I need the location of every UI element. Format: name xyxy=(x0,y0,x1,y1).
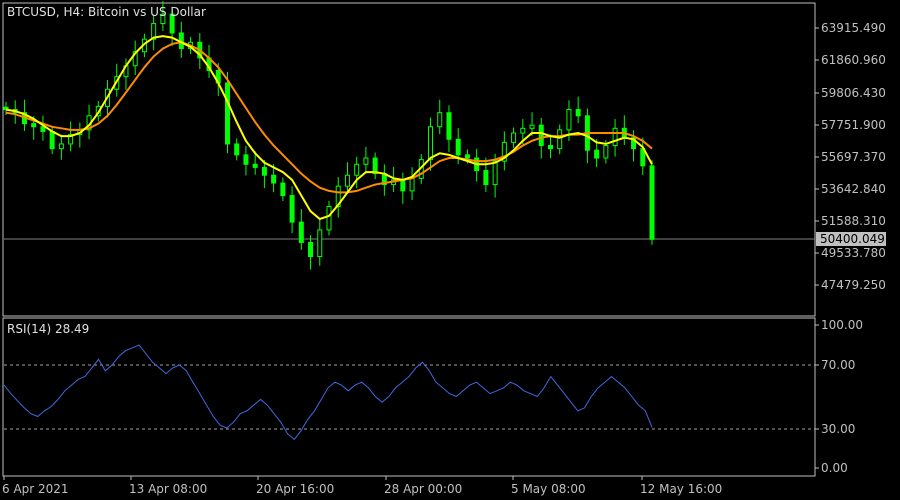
price-tick-label: 47479.250 xyxy=(821,278,886,292)
candle-body xyxy=(243,154,249,165)
price-axis: 63915.490 61860.960 59806.430 57751.900 … xyxy=(815,21,886,292)
candle-body xyxy=(538,124,544,147)
candle-body xyxy=(612,127,618,147)
candle-body xyxy=(446,112,452,140)
rsi-tick-label: 70.00 xyxy=(821,358,855,372)
candle-body xyxy=(557,129,563,150)
chart-title: BTCUSD, H4: Bitcoin vs US Dollar xyxy=(7,5,206,19)
candle-body xyxy=(575,109,581,117)
price-tick-label: 57751.900 xyxy=(821,118,886,132)
candle-body xyxy=(234,143,240,156)
candle-body xyxy=(58,143,64,150)
price-tick-label: 55697.370 xyxy=(821,150,886,164)
price-tick-label: 53642.840 xyxy=(821,182,886,196)
candle-body xyxy=(409,177,415,192)
candle-body xyxy=(400,179,406,192)
price-tick-label: 49533.780 xyxy=(821,246,886,260)
rsi-tick-label: 30.00 xyxy=(821,422,855,436)
candle-body xyxy=(289,195,295,223)
time-tick-label: 13 Apr 08:00 xyxy=(129,482,207,496)
candle-body xyxy=(566,109,572,131)
candle-body xyxy=(363,157,369,165)
candle-body xyxy=(464,154,470,159)
rsi-tick-label: 100.00 xyxy=(821,318,863,332)
price-tick-label: 63915.490 xyxy=(821,21,886,35)
trading-chart[interactable]: 63915.490 61860.960 59806.430 57751.900 … xyxy=(0,0,900,500)
candle-body xyxy=(308,241,314,258)
time-tick-label: 28 Apr 00:00 xyxy=(384,482,462,496)
candle-body xyxy=(594,149,600,159)
candle-body xyxy=(529,124,535,129)
rsi-title: RSI(14) 28.49 xyxy=(7,322,89,336)
candle-body xyxy=(252,163,258,168)
candle-body xyxy=(261,166,267,176)
candle-body xyxy=(455,138,461,156)
candle-body xyxy=(31,123,37,128)
candle-body xyxy=(40,126,46,132)
candle-body xyxy=(520,127,526,134)
candle-body xyxy=(547,145,553,150)
price-tick-label: 61860.960 xyxy=(821,53,886,67)
candle-body xyxy=(344,174,350,187)
candle-body xyxy=(492,160,498,186)
time-tick-label: 20 Apr 16:00 xyxy=(256,482,334,496)
candle-body xyxy=(298,221,304,243)
current-price-label: 50400.049 xyxy=(820,232,885,246)
price-tick-label: 59806.430 xyxy=(821,86,886,100)
candle-body xyxy=(224,82,230,145)
candle-body xyxy=(603,145,609,159)
candle-body xyxy=(280,182,286,197)
time-tick-label: 6 Apr 2021 xyxy=(2,482,69,496)
candle-body xyxy=(354,163,360,176)
candle-body xyxy=(49,130,55,150)
candle-body xyxy=(437,112,443,128)
candle-body xyxy=(317,229,323,258)
time-tick-label: 12 May 16:00 xyxy=(640,482,722,496)
candle-body xyxy=(326,205,332,231)
rsi-tick-label: 0.00 xyxy=(821,461,848,475)
candle-body xyxy=(428,126,434,161)
time-tick-label: 5 May 08:00 xyxy=(511,482,586,496)
candle-body xyxy=(483,170,489,186)
chart-background xyxy=(0,0,900,500)
candle-body xyxy=(511,132,517,143)
candle-body xyxy=(271,174,277,184)
price-tick-label: 51588.310 xyxy=(821,214,886,228)
candle-body xyxy=(649,165,655,240)
